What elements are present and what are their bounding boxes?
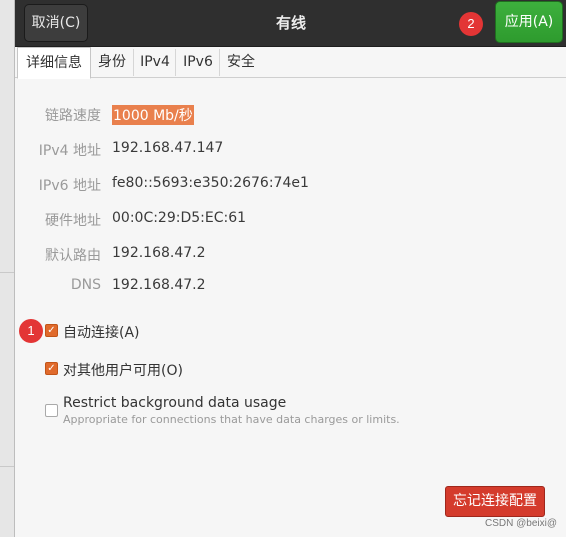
detail-label: 硬件地址 <box>45 213 101 229</box>
tab-identity[interactable]: 身份 <box>91 49 134 76</box>
background-window <box>0 0 14 537</box>
header-bar: 取消(C) 有线 应用(A) <box>15 0 566 47</box>
detail-label: 默认路由 <box>45 248 101 264</box>
tab-security[interactable]: 安全 <box>221 49 261 76</box>
all-users-label[interactable]: 对其他用户可用(O) <box>63 360 183 380</box>
auto-connect-checkbox[interactable]: ✓ <box>45 324 58 337</box>
detail-label: IPv4 地址 <box>38 143 101 159</box>
dns-value: 192.168.47.2 <box>112 277 206 293</box>
background-divider <box>0 272 14 273</box>
default-route-value: 192.168.47.2 <box>112 245 206 261</box>
detail-label: DNS <box>70 277 101 293</box>
auto-connect-label[interactable]: 自动连接(A) <box>63 322 140 342</box>
link-speed-value: 1000 Mb/秒 <box>112 105 194 125</box>
dialog-title: 有线 <box>275 14 306 32</box>
hardware-address-value: 00:0C:29:D5:EC:61 <box>112 210 247 226</box>
apply-button[interactable]: 应用(A) <box>495 1 563 43</box>
details-panel: 链路速度 1000 Mb/秒 IPv4 地址 192.168.47.147 IP… <box>15 78 566 537</box>
annotation-marker-1: 1 <box>19 319 43 343</box>
tab-details[interactable]: 详细信息 <box>17 47 91 79</box>
forget-connection-button[interactable]: 忘记连接配置 <box>445 486 545 517</box>
tab-ipv6[interactable]: IPv6 <box>177 49 220 76</box>
tab-ipv4[interactable]: IPv4 <box>135 49 176 76</box>
wired-settings-dialog: 取消(C) 有线 应用(A) 2 详细信息 身份 IPv4 IPv6 安全 链路… <box>14 0 566 537</box>
ipv6-address-value: fe80::5693:e350:2676:74e1 <box>112 175 309 191</box>
detail-label: IPv6 地址 <box>38 178 101 194</box>
ipv4-address-value: 192.168.47.147 <box>112 140 224 156</box>
restrict-background-description: Appropriate for connections that have da… <box>63 413 400 426</box>
restrict-background-label[interactable]: Restrict background data usage <box>63 395 286 411</box>
cancel-button[interactable]: 取消(C) <box>24 4 88 42</box>
detail-label: 链路速度 <box>45 108 101 124</box>
all-users-checkbox[interactable]: ✓ <box>45 362 58 375</box>
watermark: CSDN @beixi@ <box>485 518 557 529</box>
tab-bar: 详细信息 身份 IPv4 IPv6 安全 <box>15 47 566 79</box>
annotation-marker-2: 2 <box>459 12 483 36</box>
restrict-background-checkbox[interactable] <box>45 404 58 417</box>
background-divider <box>0 466 14 467</box>
